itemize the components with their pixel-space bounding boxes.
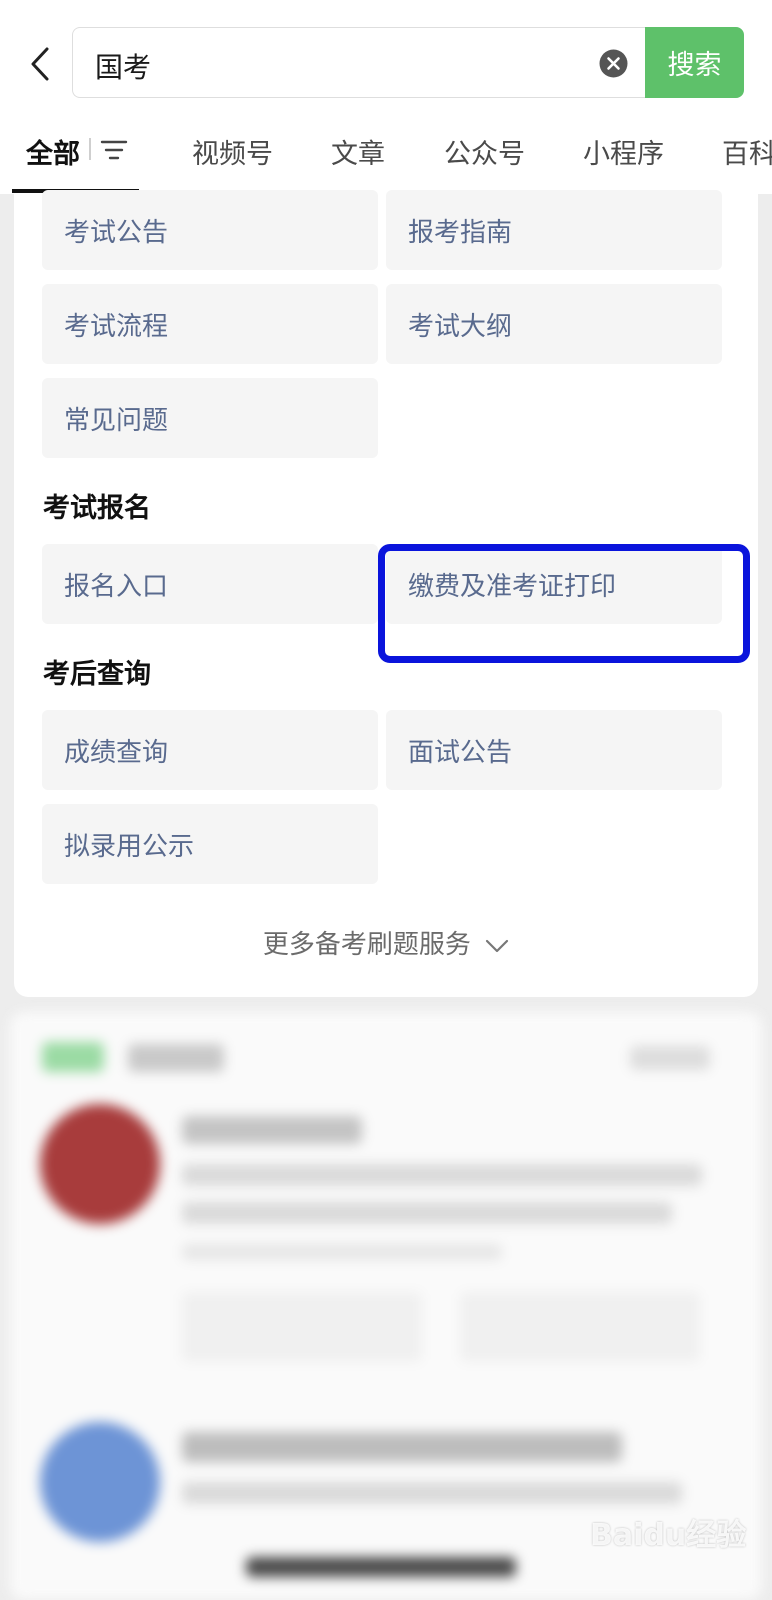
- tab-encyclopedia[interactable]: 百科: [722, 132, 772, 171]
- blurred-badge: [42, 1042, 104, 1072]
- blurred-heading: [128, 1044, 224, 1072]
- blurred-meta: [182, 1244, 502, 1260]
- tab-divider: [89, 138, 91, 160]
- blurred-title-2: [182, 1432, 622, 1462]
- blurred-home-indicator: [246, 1557, 516, 1577]
- highlight-box: [378, 544, 750, 663]
- blurred-more: [630, 1046, 710, 1070]
- tab-channels[interactable]: 视频号: [192, 132, 273, 171]
- service-item-score-query[interactable]: 成绩查询: [42, 710, 378, 790]
- exam-service-card: 考试公告 报考指南 考试流程 考试大纲 常见问题 考试报名 报名入口 缴费及准考…: [14, 190, 758, 997]
- tab-official-accounts[interactable]: 公众号: [444, 132, 525, 171]
- blurred-desc-3: [182, 1482, 682, 1504]
- service-item-exam-process[interactable]: 考试流程: [42, 284, 378, 364]
- service-item-exam-notice[interactable]: 考试公告: [42, 190, 378, 270]
- blurred-desc-2: [182, 1202, 672, 1224]
- tab-articles[interactable]: 文章: [331, 132, 385, 171]
- top-bar: 国考 搜索 全部 视频号 文章 公众号 小程序 百科: [0, 0, 772, 194]
- tab-mini-programs[interactable]: 小程序: [583, 132, 664, 171]
- section-title-after-exam: 考后查询: [43, 659, 151, 690]
- service-item-hiring-publicity[interactable]: 拟录用公示: [42, 804, 378, 884]
- blurred-avatar-2: [40, 1422, 160, 1542]
- more-services-label: 更多备考刷题服务: [262, 930, 471, 960]
- back-button[interactable]: [22, 42, 58, 86]
- watermark-logo: Baidu经验: [590, 1518, 747, 1553]
- filter-icon[interactable]: [100, 137, 128, 163]
- chevron-down-icon: [486, 939, 509, 952]
- service-item-exam-syllabus[interactable]: 考试大纲: [386, 284, 722, 364]
- search-button[interactable]: 搜索: [645, 27, 744, 98]
- search-input[interactable]: 国考: [72, 27, 645, 98]
- blurred-desc-1: [182, 1164, 702, 1186]
- service-item-registration-entry[interactable]: 报名入口: [42, 544, 378, 624]
- service-item-application-guide[interactable]: 报考指南: [386, 190, 722, 270]
- service-item-interview-notice[interactable]: 面试公告: [386, 710, 722, 790]
- service-item-faq[interactable]: 常见问题: [42, 378, 378, 458]
- search-query-text: 国考: [95, 51, 152, 84]
- tab-bar: 全部 视频号 文章 公众号 小程序 百科: [0, 122, 772, 194]
- clear-icon[interactable]: [599, 49, 628, 78]
- tab-all[interactable]: 全部: [26, 132, 80, 171]
- blurred-title: [182, 1116, 362, 1144]
- blurred-chip-2: [460, 1292, 700, 1362]
- blurred-chip-1: [182, 1292, 422, 1362]
- chevron-left-icon: [31, 47, 49, 81]
- more-services-link[interactable]: 更多备考刷题服务: [14, 924, 758, 961]
- section-title-registration: 考试报名: [43, 493, 151, 524]
- blurred-avatar: [40, 1104, 160, 1224]
